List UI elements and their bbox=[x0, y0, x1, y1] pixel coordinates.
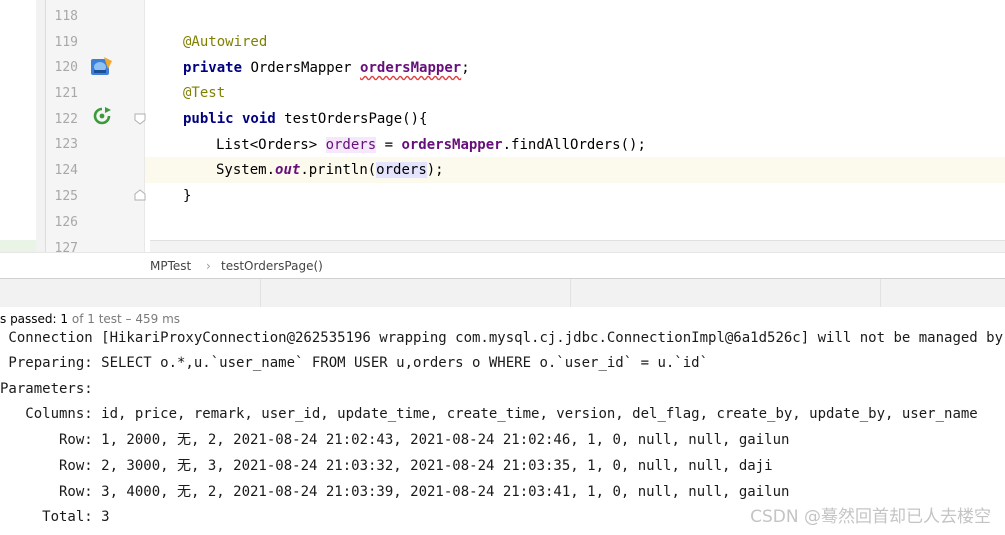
console-line: Parameters: bbox=[0, 381, 102, 397]
line-number: 119 bbox=[54, 35, 78, 50]
field-orders-mapper: ordersMapper bbox=[360, 60, 462, 76]
console-line: Preparing: SELECT o.*,u.`user_name` FROM… bbox=[0, 355, 709, 371]
project-strip bbox=[0, 0, 36, 252]
static-out: out bbox=[275, 162, 301, 178]
header-divider bbox=[570, 279, 571, 307]
code-line-120[interactable]: private OrdersMapper ordersMapper; bbox=[150, 55, 1005, 81]
println-call: .println( bbox=[300, 162, 377, 178]
breadcrumb-class[interactable]: MPTest bbox=[150, 259, 191, 273]
test-status: s passed: 1 of 1 test – 459 ms bbox=[0, 307, 1005, 331]
console-line: Connection [HikariProxyConnection@262535… bbox=[0, 331, 1005, 346]
editor-left-border bbox=[36, 0, 46, 278]
project-strip-selection bbox=[0, 240, 36, 252]
code-line-124[interactable]: System.out.println(orders); bbox=[150, 157, 1005, 183]
console-line: Columns: id, price, remark, user_id, upd… bbox=[0, 406, 978, 422]
console-line: Row: 3, 4000, 无, 2, 2021-08-24 21:03:39,… bbox=[0, 484, 790, 500]
fold-gutter-line bbox=[144, 0, 145, 252]
line-number: 127 bbox=[54, 241, 78, 252]
code-line-125[interactable]: } bbox=[150, 183, 1005, 209]
method-signature: testOrdersPage(){ bbox=[275, 111, 428, 127]
console-output[interactable]: Connection [HikariProxyConnection@262535… bbox=[0, 331, 1005, 535]
console-line: Row: 1, 2000, 无, 2, 2021-08-24 21:02:43,… bbox=[0, 432, 790, 448]
assign-op: = bbox=[376, 137, 402, 153]
line-number: 123 bbox=[54, 137, 78, 152]
code-line-122[interactable]: public void testOrdersPage(){ bbox=[150, 106, 1005, 132]
closing-brace: } bbox=[183, 188, 192, 204]
line-number: 124 bbox=[54, 163, 78, 178]
breadcrumb-separator: › bbox=[206, 259, 211, 273]
header-divider bbox=[880, 279, 881, 307]
call-end: ); bbox=[426, 162, 444, 178]
line-number: 120 bbox=[54, 60, 78, 75]
code-line-121[interactable]: @Test bbox=[150, 80, 1005, 106]
line-number: 125 bbox=[54, 189, 78, 204]
variable-orders: orders bbox=[325, 137, 377, 153]
console-line: Total: 3 bbox=[0, 509, 110, 525]
console-line: Row: 2, 3000, 无, 3, 2021-08-24 21:03:32,… bbox=[0, 458, 773, 474]
code-line-119[interactable]: @Autowired bbox=[150, 29, 1005, 55]
run-toolwindow-header bbox=[0, 278, 1005, 308]
fold-end-icon[interactable] bbox=[134, 189, 146, 201]
code-line-123[interactable]: List<Orders> orders = ordersMapper.findA… bbox=[150, 132, 1005, 158]
keyword-void: void bbox=[233, 111, 276, 127]
run-test-icon[interactable] bbox=[92, 106, 112, 126]
header-divider bbox=[260, 279, 261, 307]
code-editor[interactable]: 118 119 120 121 122 123 124 125 126 127 … bbox=[0, 0, 1005, 252]
line-number: 126 bbox=[54, 215, 78, 230]
annotation-test: @Test bbox=[183, 85, 226, 101]
variable-orders-ref: orders bbox=[376, 162, 427, 178]
line-number: 118 bbox=[54, 9, 78, 24]
field-orders-mapper-ref: ordersMapper bbox=[401, 137, 503, 153]
csdn-watermark: CSDN @蓦然回首却已人去楼空 bbox=[750, 507, 991, 527]
editor-scroll-edge bbox=[150, 240, 1005, 252]
annotation-autowired: @Autowired bbox=[183, 34, 268, 50]
breadcrumb-method[interactable]: testOrdersPage() bbox=[221, 259, 323, 273]
type-orders-mapper: OrdersMapper bbox=[242, 60, 361, 76]
system-class: System. bbox=[216, 162, 276, 178]
line-number: 122 bbox=[54, 112, 78, 127]
fold-collapse-icon[interactable] bbox=[134, 113, 146, 125]
semicolon: ; bbox=[461, 60, 470, 76]
mapper-class-icon[interactable] bbox=[90, 55, 114, 77]
tests-passed-label: s passed: 1 bbox=[0, 312, 69, 326]
method-call-find-all: .findAllOrders(); bbox=[502, 137, 646, 153]
keyword-private: private bbox=[183, 60, 243, 76]
tests-detail: of 1 test – 459 ms bbox=[68, 312, 181, 326]
keyword-public: public bbox=[183, 111, 234, 127]
line-number: 121 bbox=[54, 86, 78, 101]
breadcrumb: MPTest › testOrdersPage() bbox=[0, 252, 1005, 279]
type-list-orders: List<Orders> bbox=[216, 137, 326, 153]
